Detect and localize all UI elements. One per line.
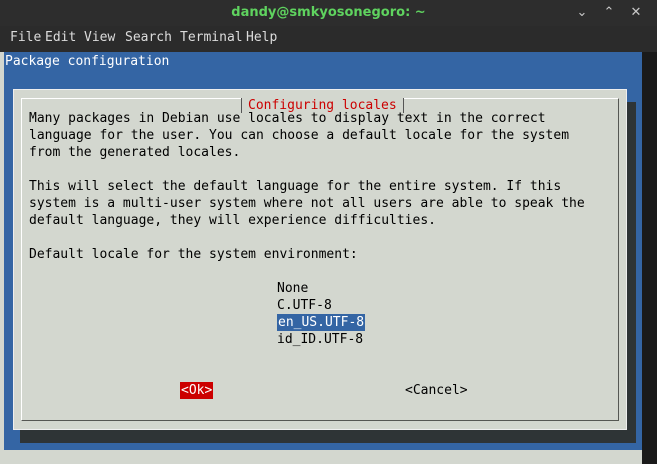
menu-bar: File Edit View Search Terminal Help (0, 26, 657, 52)
description-line: This will select the default language fo… (29, 179, 562, 194)
locale-option-none[interactable]: None (277, 280, 308, 297)
chevron-up-icon[interactable]: ⌃ (600, 4, 618, 22)
locale-option-en-us-utf8[interactable]: en_US.UTF-8 (277, 314, 366, 331)
screen-title: Package configuration (5, 54, 170, 69)
close-icon[interactable]: ✕ (627, 4, 645, 22)
window-title: dandy@smkyosonegoro: ~ (231, 5, 426, 20)
menu-view[interactable]: View (84, 30, 115, 45)
locale-option-id-id-utf8[interactable]: id_ID.UTF-8 (277, 331, 363, 348)
terminal-bottom-strip (0, 450, 657, 464)
ok-button[interactable]: <Ok> (180, 382, 214, 399)
config-dialog: Configuring locales Many packages in Deb… (13, 89, 627, 430)
description-line: default language, they will experience d… (29, 213, 436, 228)
menu-search[interactable]: Search (125, 30, 172, 45)
locale-option-c-utf8[interactable]: C.UTF-8 (277, 297, 332, 314)
description-line: system is a multi-user system where not … (29, 196, 585, 211)
description-line: from the generated locales. (29, 145, 241, 160)
left-edge (0, 52, 4, 458)
menu-help[interactable]: Help (246, 30, 277, 45)
menu-file[interactable]: File (10, 30, 41, 45)
window-titlebar: dandy@smkyosonegoro: ~ ⌄ ⌃ ✕ (0, 0, 657, 26)
menu-terminal[interactable]: Terminal (180, 30, 243, 45)
description-line: language for the user. You can choose a … (29, 128, 570, 143)
chevron-down-icon[interactable]: ⌄ (573, 4, 591, 22)
locale-prompt: Default locale for the system environmen… (29, 247, 358, 262)
menu-edit[interactable]: Edit (45, 30, 76, 45)
cancel-button[interactable]: <Cancel> (405, 382, 468, 399)
terminal-area[interactable]: Package configuration Configuring locale… (0, 52, 657, 464)
terminal-scrollbar[interactable] (642, 52, 657, 464)
description-line: Many packages in Debian use locales to d… (29, 111, 546, 126)
